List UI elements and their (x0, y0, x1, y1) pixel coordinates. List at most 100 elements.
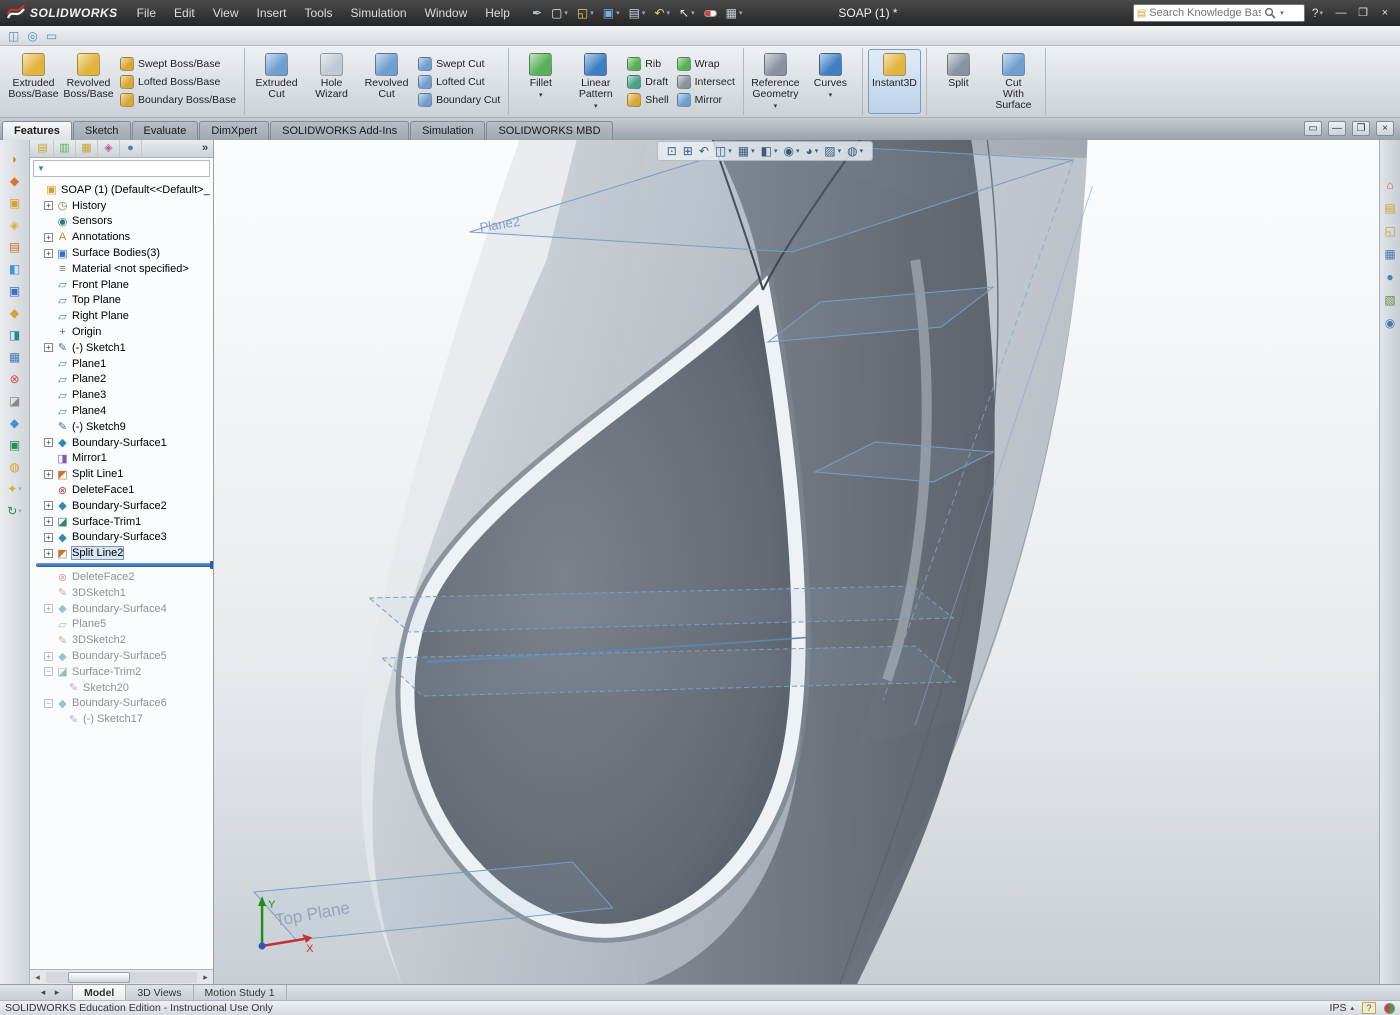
menu-window[interactable]: Window (416, 0, 477, 26)
expand-icon[interactable]: + (44, 470, 53, 479)
tab-evaluate[interactable]: Evaluate (132, 121, 199, 140)
surface-tool-button-12[interactable]: ◪ (2, 392, 28, 409)
tab-features[interactable]: Features (2, 121, 72, 140)
expand-icon[interactable]: + (44, 517, 53, 526)
surface-tool-button-16[interactable]: ✦▾ (2, 480, 28, 497)
expand-icon[interactable]: + (44, 249, 53, 258)
rebuild-button[interactable] (701, 9, 720, 18)
expand-icon[interactable]: + (44, 438, 53, 447)
surface-tool-button-1[interactable]: ◗ (2, 150, 28, 167)
panel-flyout-button[interactable]: » (197, 140, 213, 157)
configuration-manager-tab[interactable]: ▦ (76, 140, 98, 157)
surface-tool-button-10[interactable]: ▦ (2, 348, 28, 365)
swept-boss-base-button[interactable]: Swept Boss/Base (117, 57, 239, 71)
property-manager-tab[interactable]: ▥ (54, 140, 76, 157)
menu-file[interactable]: File (128, 0, 165, 26)
boundary-boss-base-button[interactable]: Boundary Boss/Base (117, 93, 239, 107)
tree-item-mirror1[interactable]: ◨Mirror1 (30, 451, 213, 467)
workspace-button-3[interactable]: ▭ (46, 29, 57, 43)
tree-item-boundary-surface1[interactable]: +◆Boundary-Surface1 (30, 435, 213, 451)
save-button[interactable]: ▣▾ (600, 5, 623, 21)
tree-item-3dsketch2[interactable]: ✎3DSketch2 (30, 632, 213, 648)
tree-item-sketch20[interactable]: ✎Sketch20 (30, 680, 213, 696)
cascade-window-button[interactable]: ▭ (1304, 121, 1322, 136)
minimize-doc-button[interactable]: — (1328, 121, 1346, 136)
bottom-tab-3d-views[interactable]: 3D Views (126, 985, 193, 1000)
lofted-boss-base-button[interactable]: Lofted Boss/Base (117, 75, 239, 89)
tab-scroll-left-button[interactable]: ◂ (36, 985, 50, 1000)
section-view-button[interactable]: ◫▾ (713, 143, 734, 159)
surface-tool-button-15[interactable]: ◍ (2, 458, 28, 475)
tree-item-plane3[interactable]: ▱Plane3 (30, 387, 213, 403)
surface-tool-button-6[interactable]: ◧ (2, 260, 28, 277)
tree-item-plane2[interactable]: ▱Plane2 (30, 372, 213, 388)
display-style-button[interactable]: ◧▾ (759, 143, 780, 159)
restore-doc-button[interactable]: ❐ (1352, 121, 1370, 136)
tree-item-split-line2[interactable]: +◩Split Line2 (30, 545, 213, 561)
bottom-tab-model[interactable]: Model (72, 985, 126, 1000)
previous-view-button[interactable]: ↶ (697, 143, 711, 159)
edit-appearance-button[interactable]: ◕▾ (803, 143, 820, 159)
undo-button[interactable]: ↶▾ (651, 5, 673, 21)
rib-button[interactable]: Rib (624, 57, 671, 71)
tab-simulation[interactable]: Simulation (410, 121, 485, 140)
revolved-boss-base-button[interactable]: RevolvedBoss/Base (62, 49, 115, 114)
tree-item-sensors[interactable]: ◉Sensors (30, 214, 213, 230)
menu-simulation[interactable]: Simulation (342, 0, 416, 26)
extruded-boss-base-button[interactable]: ExtrudedBoss/Base (7, 49, 60, 114)
feature-manager-tab[interactable]: ▤ (32, 140, 54, 157)
view-palette-button[interactable]: ▦ (1384, 247, 1395, 261)
surface-tool-button-13[interactable]: ◆ (2, 414, 28, 431)
zoom-to-area-button[interactable]: ⊞ (681, 143, 695, 159)
tab-scroll-right-button[interactable]: ▸ (50, 985, 64, 1000)
menu-edit[interactable]: Edit (165, 0, 204, 26)
search-scope-dropdown[interactable]: ▾ (1280, 9, 1284, 17)
collapse-icon[interactable]: − (44, 667, 53, 676)
restore-button[interactable]: ❐ (1352, 3, 1374, 23)
apply-scene-button[interactable]: ▨▾ (822, 143, 843, 159)
expand-icon[interactable]: + (44, 233, 53, 242)
new-document-button[interactable]: ▢▾ (548, 5, 571, 21)
tree-item-soap-1-default-default[interactable]: ▣SOAP (1) (Default<<Default>_ (30, 182, 213, 198)
boundary-cut-button[interactable]: Boundary Cut (415, 93, 503, 107)
mirror-button[interactable]: Mirror (674, 93, 738, 107)
options-button[interactable]: ▦▾ (723, 5, 746, 21)
custom-properties-button[interactable]: ▧ (1384, 293, 1395, 307)
units-selector[interactable]: IPS ▴ (1330, 1002, 1354, 1014)
tree-item-3dsketch1[interactable]: ✎3DSketch1 (30, 585, 213, 601)
tree-item-boundary-surface2[interactable]: +◆Boundary-Surface2 (30, 498, 213, 514)
tab-solidworks-add-ins[interactable]: SOLIDWORKS Add-Ins (270, 121, 409, 140)
tree-item-surface-trim2[interactable]: −◪Surface-Trim2 (30, 664, 213, 680)
tree-item-sketch17[interactable]: ✎(-) Sketch17 (30, 711, 213, 727)
tree-item-sketch1[interactable]: +✎(-) Sketch1 (30, 340, 213, 356)
split-button[interactable]: Split (932, 49, 985, 114)
tree-item-plane4[interactable]: ▱Plane4 (30, 403, 213, 419)
tree-item-surface-trim1[interactable]: +◪Surface-Trim1 (30, 514, 213, 530)
tree-item-deleteface2[interactable]: ⊗DeleteFace2 (30, 569, 213, 585)
tree-item-sketch9[interactable]: ✎(-) Sketch9 (30, 419, 213, 435)
tree-item-origin[interactable]: +Origin (30, 324, 213, 340)
expand-icon[interactable]: + (44, 343, 53, 352)
reference-geometry-button[interactable]: ReferenceGeometry▾ (749, 49, 802, 114)
intersect-button[interactable]: Intersect (674, 75, 738, 89)
wrap-button[interactable]: Wrap (674, 57, 738, 71)
tree-item-plane5[interactable]: ▱Plane5 (30, 617, 213, 633)
tree-item-boundary-surface4[interactable]: +◆Boundary-Surface4 (30, 601, 213, 617)
instant3d-button[interactable]: Instant3D (868, 49, 921, 114)
expand-icon[interactable]: + (44, 501, 53, 510)
zoom-to-fit-button[interactable]: ⊡ (665, 143, 679, 159)
surface-tool-button-7[interactable]: ▣ (2, 282, 28, 299)
view-orientation-button[interactable]: ▦▾ (736, 143, 757, 159)
collapse-icon[interactable]: − (44, 699, 53, 708)
tree-item-plane1[interactable]: ▱Plane1 (30, 356, 213, 372)
bottom-tab-motion-study-1[interactable]: Motion Study 1 (194, 985, 287, 1000)
workspace-button-1[interactable]: ◫ (8, 29, 19, 43)
surface-tool-button-14[interactable]: ▣ (2, 436, 28, 453)
surface-tool-button-2[interactable]: ◆ (2, 172, 28, 189)
view-settings-button[interactable]: ◍▾ (845, 143, 865, 159)
tree-item-front-plane[interactable]: ▱Front Plane (30, 277, 213, 293)
surface-tool-button-8[interactable]: ◆ (2, 304, 28, 321)
tree-item-boundary-surface5[interactable]: +◆Boundary-Surface5 (30, 648, 213, 664)
tree-item-top-plane[interactable]: ▱Top Plane (30, 293, 213, 309)
expand-icon[interactable]: + (44, 533, 53, 542)
